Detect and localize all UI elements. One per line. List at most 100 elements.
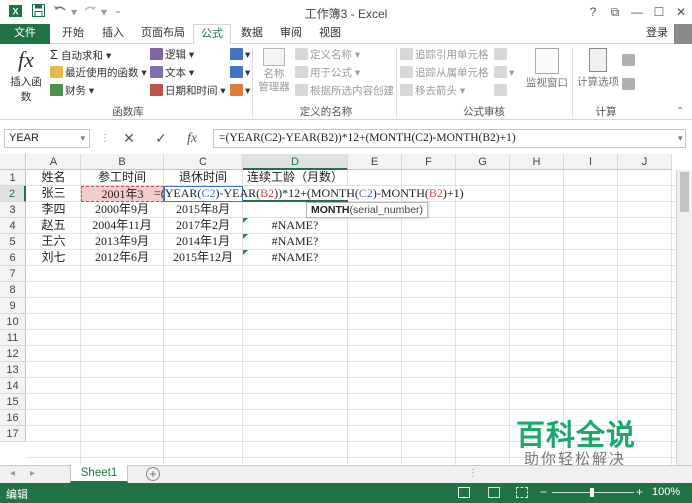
cell-a2[interactable]: 张三 <box>27 186 81 202</box>
vertical-scrollbar[interactable] <box>676 170 692 465</box>
zoom-slider-thumb[interactable] <box>590 488 594 497</box>
error-checking-button[interactable]: ▾ <box>494 64 514 82</box>
autosum-button[interactable]: Σ 自动求和 ▾ <box>50 46 111 64</box>
login-link[interactable]: 登录 <box>640 24 674 44</box>
cell-a5[interactable]: 王六 <box>27 234 81 250</box>
formula-input[interactable]: =(YEAR(C2)-YEAR(B2))*12+(MONTH(C2)-MONTH… <box>213 129 686 148</box>
sheet-scroll-left-icon[interactable]: ◂ <box>10 468 15 479</box>
evaluate-formula-button[interactable] <box>494 82 509 100</box>
calc-now-button[interactable] <box>622 52 637 70</box>
column-header-a[interactable]: A <box>27 154 81 170</box>
column-header-j[interactable]: J <box>618 154 672 170</box>
calc-options-button[interactable]: 计算选项 <box>576 48 620 102</box>
collapse-ribbon-icon[interactable]: ⌃ <box>676 106 684 117</box>
column-header-g[interactable]: G <box>456 154 510 170</box>
cancel-entry-button[interactable]: ✕ <box>118 129 140 148</box>
text-button[interactable]: 文本 ▾ <box>150 64 194 82</box>
cell-b4[interactable]: 2004年11月 <box>81 218 164 234</box>
row-header[interactable]: 17 <box>0 426 26 442</box>
zoom-level[interactable]: 100% <box>652 486 680 498</box>
financial-button[interactable]: 财务 ▾ <box>50 82 94 100</box>
cell-b6[interactable]: 2012年6月 <box>81 250 164 266</box>
horizontal-scroll-handle-icon[interactable]: ⋮ <box>468 468 478 479</box>
cell-c4[interactable]: 2017年2月 <box>164 218 243 234</box>
row-header[interactable]: 10 <box>0 314 26 330</box>
create-from-selection-button[interactable]: 根据所选内容创建 <box>295 82 394 100</box>
tab-formulas[interactable]: 公式 <box>193 24 231 45</box>
column-header-e[interactable]: E <box>348 154 402 170</box>
watch-window-button[interactable]: 监视窗口 <box>524 48 570 102</box>
cell-b1[interactable]: 参工时间 <box>81 170 164 186</box>
logical-button[interactable]: 逻辑 ▾ <box>150 46 194 64</box>
cell-b3[interactable]: 2000年9月 <box>81 202 164 218</box>
tab-view[interactable]: 视图 <box>311 24 349 44</box>
cell-a6[interactable]: 刘七 <box>27 250 81 266</box>
math-button[interactable]: ▾ <box>230 64 250 82</box>
row-header[interactable]: 7 <box>0 266 26 282</box>
sheet-scroll-right-icon[interactable]: ▸ <box>30 468 35 479</box>
show-formulas-button[interactable] <box>494 46 509 64</box>
remove-arrows-button[interactable]: 移去箭头 ▾ <box>400 82 465 100</box>
name-manager-button[interactable]: 名称 管理器 <box>256 48 292 102</box>
ribbon-display-options-icon[interactable]: ⧉ <box>604 3 626 21</box>
datetime-button[interactable]: 日期和时间 ▾ <box>150 82 226 100</box>
cell-d6[interactable]: #NAME? <box>243 250 348 266</box>
more-functions-button[interactable]: ▾ <box>230 82 250 100</box>
row-header[interactable]: 11 <box>0 330 26 346</box>
page-layout-view-icon[interactable] <box>488 487 500 498</box>
add-sheet-button[interactable]: + <box>146 467 160 481</box>
chevron-down-icon[interactable]: ▾ <box>80 130 85 147</box>
row-header[interactable]: 13 <box>0 362 26 378</box>
tab-data[interactable]: 数据 <box>233 24 271 44</box>
page-break-view-icon[interactable] <box>516 487 528 498</box>
maximize-button[interactable]: ☐ <box>648 3 670 21</box>
minimize-button[interactable]: — <box>626 3 648 21</box>
tooltip-function-name[interactable]: MONTH <box>311 204 350 216</box>
row-header[interactable]: 1 <box>0 170 26 186</box>
cell-c6[interactable]: 2015年12月 <box>164 250 243 266</box>
vertical-scroll-thumb[interactable] <box>680 172 689 212</box>
calc-sheet-button[interactable] <box>622 76 637 94</box>
cell-b5[interactable]: 2013年9月 <box>81 234 164 250</box>
cell-c1[interactable]: 退休时间 <box>164 170 243 186</box>
cell-a1[interactable]: 姓名 <box>27 170 81 186</box>
zoom-in-button[interactable]: + <box>636 485 643 499</box>
column-header-i[interactable]: I <box>564 154 618 170</box>
row-header[interactable]: 5 <box>0 234 26 250</box>
insert-function-button[interactable]: fx 插入函数 <box>6 46 46 103</box>
lookup-button[interactable]: ▾ <box>230 46 250 64</box>
tab-home[interactable]: 开始 <box>53 24 93 44</box>
cell-d5[interactable]: #NAME? <box>243 234 348 250</box>
column-header-h[interactable]: H <box>510 154 564 170</box>
select-all-corner[interactable] <box>0 154 26 170</box>
trace-dependents-button[interactable]: 追踪从属单元格 <box>400 64 489 82</box>
row-header[interactable]: 9 <box>0 298 26 314</box>
row-header[interactable]: 15 <box>0 394 26 410</box>
sheet-tab-sheet1[interactable]: Sheet1 <box>70 465 128 483</box>
close-button[interactable]: ✕ <box>670 3 692 21</box>
row-header[interactable]: 3 <box>0 202 26 218</box>
cell-a3[interactable]: 李四 <box>27 202 81 218</box>
cell-c3[interactable]: 2015年8月 <box>164 202 243 218</box>
cell-d4[interactable]: #NAME? <box>243 218 348 234</box>
row-header[interactable]: 6 <box>0 250 26 266</box>
row-header[interactable]: 4 <box>0 218 26 234</box>
cell-d2-editing-formula[interactable]: =(YEAR(C2)-YEAR(B2))*12+(MONTH(C2)-MONTH… <box>151 186 464 202</box>
trace-precedents-button[interactable]: 追踪引用单元格 <box>400 46 489 64</box>
tab-page-layout[interactable]: 页面布局 <box>133 24 193 44</box>
define-name-button[interactable]: 定义名称 ▾ <box>295 46 360 64</box>
row-header[interactable]: 16 <box>0 410 26 426</box>
cell-d1[interactable]: 连续工龄（月数） <box>243 170 348 186</box>
row-header[interactable]: 12 <box>0 346 26 362</box>
tab-file[interactable]: 文件 <box>0 24 50 44</box>
zoom-out-button[interactable]: − <box>540 485 547 499</box>
account-avatar-icon[interactable] <box>674 24 692 44</box>
recent-functions-button[interactable]: 最近使用的函数 ▾ <box>50 64 147 82</box>
zoom-slider[interactable] <box>552 488 634 497</box>
column-header-c[interactable]: C <box>164 154 243 170</box>
tab-insert[interactable]: 插入 <box>93 24 133 44</box>
help-button[interactable]: ? <box>582 3 604 21</box>
row-header[interactable]: 2 <box>0 186 26 202</box>
row-header[interactable]: 8 <box>0 282 26 298</box>
expand-formula-bar-icon[interactable]: ▾ <box>678 133 683 144</box>
